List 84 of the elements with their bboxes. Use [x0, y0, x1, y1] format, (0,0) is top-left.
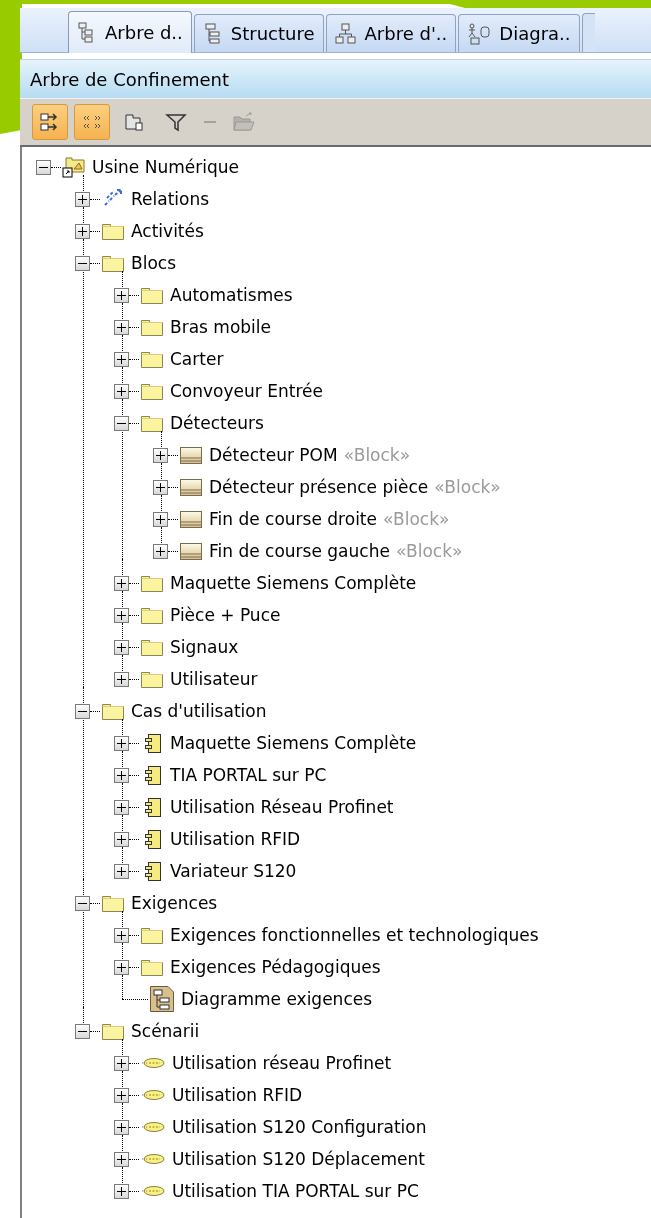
hierarchy-icon — [334, 22, 357, 45]
expand-toggle[interactable] — [114, 767, 129, 783]
tab[interactable]: Arbre d.. — [68, 11, 192, 53]
tree-item[interactable]: Utilisation S120 Déplacement — [172, 1149, 425, 1169]
expand-toggle[interactable] — [114, 799, 129, 815]
tree-item[interactable]: Utilisation RFID — [172, 1085, 303, 1105]
stereotype-label: «Block» — [395, 541, 463, 561]
tree-item[interactable]: Usine Numérique — [92, 157, 239, 177]
expand-toggle[interactable] — [114, 575, 129, 591]
tree-item[interactable]: Fin de course gauche — [209, 541, 390, 561]
collapse-toggle[interactable] — [75, 255, 90, 271]
stereotype-label: «Block» — [343, 445, 411, 465]
tree-item[interactable]: Maquette Siemens Complète — [170, 573, 417, 593]
expand-toggle[interactable] — [114, 287, 129, 303]
toolbar-button[interactable] — [74, 104, 110, 140]
tree-item[interactable]: Activités — [131, 221, 204, 241]
panel-title: Arbre de Confinement — [30, 68, 230, 90]
tree-item[interactable]: Fin de course droite — [209, 509, 377, 529]
expand-toggle[interactable] — [114, 1055, 129, 1071]
expand-toggle[interactable] — [114, 1087, 129, 1103]
tree-item[interactable]: Diagramme exigences — [181, 989, 373, 1009]
expand-toggle[interactable] — [114, 607, 129, 623]
collapse-toggle[interactable] — [114, 415, 129, 431]
stereotype-label: «Block» — [434, 477, 501, 497]
structure-icon — [202, 22, 223, 45]
tree-item[interactable]: Signaux — [170, 637, 239, 657]
tree-item[interactable]: Utilisation réseau Profinet — [172, 1053, 392, 1073]
expand-toggle[interactable] — [114, 1119, 129, 1135]
tree-item[interactable]: Utilisation RFID — [170, 829, 301, 849]
collapse-toggle[interactable] — [75, 895, 90, 911]
expand-toggle[interactable] — [114, 671, 129, 687]
expand-toggle[interactable] — [114, 863, 129, 879]
tree-item[interactable]: Maquette Siemens Complète — [170, 733, 417, 753]
tree-item[interactable]: Utilisation TIA PORTAL sur PC — [172, 1181, 419, 1201]
tab[interactable]: Arbre d'.. — [325, 14, 457, 52]
tree-item[interactable]: Exigences Pédagogiques — [170, 957, 381, 977]
tree-item[interactable]: Utilisateur — [170, 669, 258, 689]
expand-toggle[interactable] — [114, 351, 129, 367]
collapse-toggle[interactable] — [75, 1023, 90, 1039]
expand-toggle[interactable] — [153, 543, 168, 559]
minus-icon — [204, 121, 216, 123]
tree-item[interactable]: Détecteur POM — [209, 445, 338, 465]
expand-toggle[interactable] — [114, 735, 129, 751]
expand-toggle[interactable] — [114, 927, 129, 943]
expand-toggle[interactable] — [114, 831, 129, 847]
tree-item[interactable]: Scénarii — [131, 1021, 200, 1041]
tree-item[interactable]: Automatismes — [170, 285, 293, 305]
tree-item[interactable]: TIA PORTAL sur PC — [170, 765, 327, 785]
tree-item[interactable]: Bras mobile — [170, 317, 271, 337]
tree-item[interactable]: Utilisation Réseau Profinet — [170, 797, 394, 817]
tree-item[interactable]: Blocs — [131, 253, 176, 273]
expand-toggle[interactable] — [114, 1151, 129, 1167]
expand-toggle[interactable] — [75, 223, 90, 239]
tree-item[interactable]: Détecteur présence pièce — [209, 477, 429, 497]
collapse-toggle[interactable] — [75, 703, 90, 719]
tree-item[interactable]: Pièce + Puce — [170, 605, 281, 625]
diagram-icon — [467, 22, 492, 45]
diagram-icon — [149, 985, 175, 1013]
expand-toggle[interactable] — [153, 511, 168, 527]
expand-toggle[interactable] — [114, 319, 129, 335]
expand-toggle[interactable] — [114, 959, 129, 975]
expand-toggle[interactable] — [153, 479, 168, 495]
tree-item[interactable]: Utilisation S120 Configuration — [172, 1117, 427, 1137]
package-icon — [123, 111, 145, 133]
stereotype-label: «Block» — [383, 509, 450, 529]
expand-toggle[interactable] — [114, 383, 129, 399]
tree-item[interactable]: Relations — [131, 189, 210, 209]
tab[interactable]: Diagra.. — [458, 14, 580, 52]
tree-item[interactable]: Exigences — [131, 893, 218, 913]
tab[interactable]: Structure — [193, 14, 324, 52]
expand-toggle[interactable] — [75, 191, 90, 207]
toolbar-button[interactable] — [32, 104, 68, 140]
tree-item[interactable]: Détecteurs — [170, 413, 264, 433]
tree-item[interactable]: Carter — [170, 349, 224, 369]
tree-item[interactable]: Variateur S120 — [170, 861, 297, 881]
filter-icon — [165, 111, 187, 133]
tree-item[interactable]: Cas d'utilisation — [131, 701, 267, 721]
tree-item[interactable]: Exigences fonctionnelles et technologiques — [170, 925, 539, 945]
expand-toggle[interactable] — [114, 1183, 129, 1199]
folder-icon — [232, 111, 256, 133]
collapse-toggle[interactable] — [36, 159, 51, 175]
expand-toggle[interactable] — [114, 639, 129, 655]
tree-item[interactable]: Convoyeur Entrée — [170, 381, 323, 401]
expand-toggle[interactable] — [153, 447, 168, 463]
